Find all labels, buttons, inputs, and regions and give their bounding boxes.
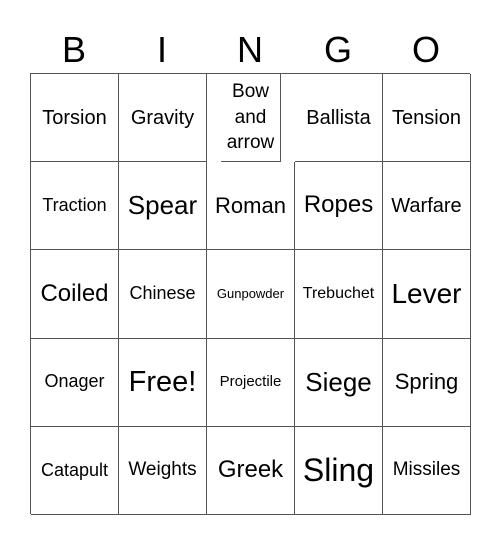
- bingo-cell[interactable]: Roman: [207, 162, 295, 251]
- bingo-cell[interactable]: Bow and arrow: [221, 74, 281, 163]
- bingo-cell[interactable]: Catapult: [31, 426, 119, 515]
- bingo-cell[interactable]: Spear: [119, 162, 207, 251]
- bingo-cell[interactable]: Siege: [295, 338, 383, 427]
- header-letter-n: N: [237, 29, 263, 70]
- header-letter-o: O: [411, 29, 440, 70]
- bingo-cell[interactable]: Tension: [383, 74, 471, 163]
- bingo-cell[interactable]: Coiled: [31, 250, 119, 339]
- bingo-cell[interactable]: Weights: [119, 426, 207, 515]
- header-letter-b: B: [61, 29, 86, 70]
- bingo-cell[interactable]: Lever: [383, 250, 471, 339]
- bingo-cell[interactable]: Traction: [31, 162, 119, 251]
- bingo-cell[interactable]: Greek: [207, 426, 295, 515]
- bingo-header: B I N G O: [30, 28, 470, 72]
- free-space-cell[interactable]: Free!: [119, 338, 207, 427]
- bingo-cell[interactable]: Onager: [31, 338, 119, 427]
- bingo-cell[interactable]: Spring: [383, 338, 471, 427]
- bingo-cell[interactable]: Warfare: [383, 162, 471, 251]
- bingo-cell[interactable]: Torsion: [31, 74, 119, 163]
- bingo-cell[interactable]: Projectile: [207, 338, 295, 427]
- header-letter-i: I: [156, 29, 167, 70]
- bingo-cell[interactable]: Gravity: [119, 74, 207, 163]
- bingo-cell[interactable]: Ropes: [295, 162, 383, 251]
- header-letter-g: G: [323, 29, 352, 70]
- bingo-cell[interactable]: Sling: [295, 426, 383, 515]
- bingo-card: Torsion Gravity Bow and arrow Ballista Tensi…: [30, 73, 471, 515]
- bingo-cell[interactable]: Trebuchet: [295, 250, 383, 339]
- bingo-cell[interactable]: Missiles: [383, 426, 471, 515]
- bingo-cell[interactable]: Chinese: [119, 250, 207, 339]
- bingo-cell[interactable]: Ballista: [295, 74, 383, 163]
- bingo-cell[interactable]: Gunpowder: [207, 250, 295, 339]
